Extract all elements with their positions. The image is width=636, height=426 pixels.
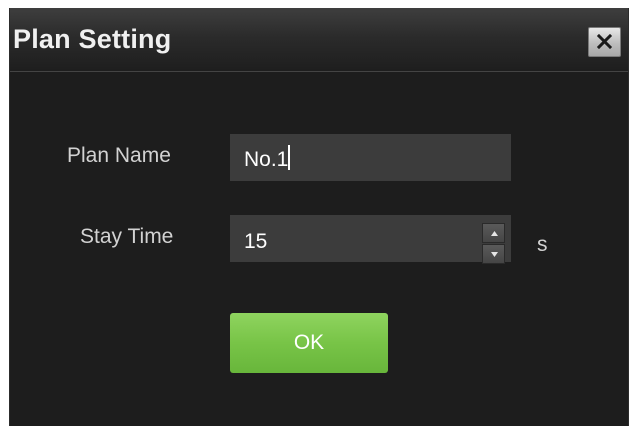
close-icon — [597, 34, 612, 49]
plan-setting-dialog: Plan Setting Plan Name No.1 Stay Time 15… — [9, 8, 629, 426]
dialog-title: Plan Setting — [13, 24, 172, 54]
spinner-down-button[interactable] — [482, 244, 505, 264]
close-button[interactable] — [588, 27, 621, 57]
dialog-titlebar[interactable]: Plan Setting — [10, 8, 628, 72]
text-caret — [288, 145, 290, 170]
ok-button[interactable]: OK — [230, 313, 388, 373]
stay-time-label: Stay Time — [80, 225, 174, 248]
triangle-up-icon — [491, 231, 498, 236]
plan-name-label: Plan Name — [67, 144, 171, 167]
triangle-down-icon — [491, 252, 498, 257]
stay-time-value: 15 — [244, 230, 268, 253]
spinner-up-button[interactable] — [482, 223, 505, 243]
plan-name-input[interactable]: No.1 — [230, 134, 511, 181]
stay-time-input[interactable]: 15 — [230, 215, 511, 262]
stay-time-spinner — [482, 223, 505, 264]
stay-time-unit: s — [537, 233, 548, 256]
plan-name-value: No.1 — [244, 148, 289, 171]
